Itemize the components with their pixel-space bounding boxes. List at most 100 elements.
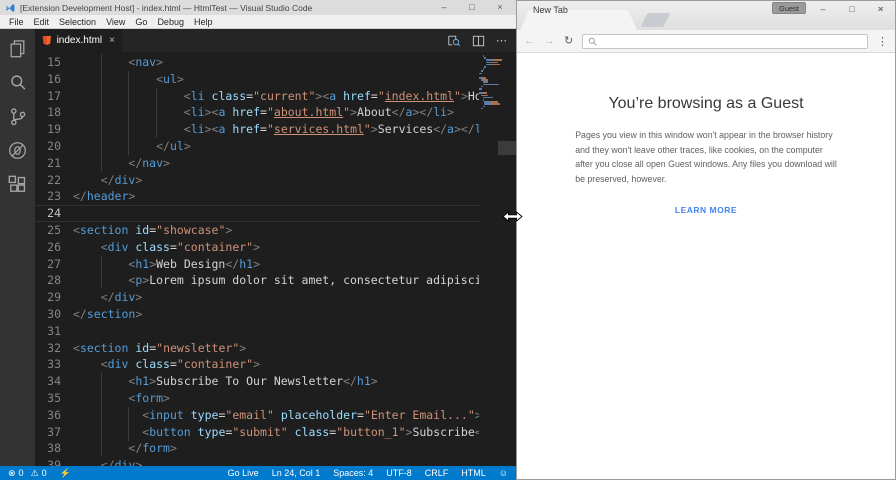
code-line[interactable]: 23 </header> xyxy=(35,188,479,205)
code-line[interactable]: 30 </section> xyxy=(35,306,479,323)
browser-minimize-button[interactable]: – xyxy=(817,4,829,14)
omnibox-search-icon xyxy=(588,37,597,46)
line-number: 31 xyxy=(47,323,61,338)
menu-go[interactable]: Go xyxy=(130,17,152,27)
feedback-smiley-icon[interactable]: ☺ xyxy=(499,468,508,478)
tab-close-icon[interactable]: × xyxy=(109,35,115,46)
code-line[interactable]: 39 </div> xyxy=(35,457,479,466)
indentation-setting[interactable]: Spaces: 4 xyxy=(333,468,373,478)
line-number: 37 xyxy=(47,424,61,439)
more-actions-icon[interactable]: ⋯ xyxy=(496,34,508,47)
menu-help[interactable]: Help xyxy=(189,17,218,27)
code-line[interactable]: 29 </div> xyxy=(35,289,479,306)
vscode-titlebar[interactable]: [Extension Development Host] - index.htm… xyxy=(0,0,516,15)
code-line[interactable]: 28 <p>Lorem ipsum dolor sit amet, consec… xyxy=(35,272,479,290)
warning-count: 0 xyxy=(41,468,47,478)
minimap-line xyxy=(482,96,494,99)
menu-file[interactable]: File xyxy=(4,17,29,27)
html-file-icon xyxy=(42,36,51,45)
code-line[interactable]: 36 <input type="email" placeholder="Ente… xyxy=(35,406,479,424)
minimap[interactable] xyxy=(479,52,503,466)
browser-maximize-button[interactable]: □ xyxy=(846,4,858,14)
line-number: 27 xyxy=(47,256,61,271)
problems-errors[interactable]: ⊗ 0 xyxy=(8,468,24,479)
code-line[interactable]: 20 </ul> xyxy=(35,138,479,155)
code-line[interactable]: 32 <section id="newsletter"> xyxy=(35,340,479,357)
browser-tab-close-icon[interactable]: × xyxy=(877,4,883,15)
line-number: 26 xyxy=(47,239,61,254)
line-number: 30 xyxy=(47,307,61,321)
code-editor[interactable]: 15 <nav> 16 <ul> 17 <li class="current"><a… xyxy=(35,52,516,466)
address-bar[interactable] xyxy=(582,33,868,49)
new-tab-button[interactable] xyxy=(640,13,671,27)
go-live-button[interactable]: Go Live xyxy=(228,468,259,478)
explorer-icon[interactable] xyxy=(7,38,28,59)
bolt-icon[interactable]: ⚡ xyxy=(60,468,71,479)
problems-warnings[interactable]: ⚠ 0 xyxy=(31,468,47,479)
code-line[interactable]: 38 </form> xyxy=(35,440,479,458)
minimap-line xyxy=(486,61,498,64)
guest-heading: You’re browsing as a Guest xyxy=(608,95,804,112)
code-line[interactable]: 25 <section id="showcase"> xyxy=(35,222,479,239)
minimap-line xyxy=(484,66,486,68)
minimap-line xyxy=(480,94,488,97)
code-line[interactable]: 16 <ul> xyxy=(35,70,479,88)
minimap-line xyxy=(482,105,485,108)
menu-selection[interactable]: Selection xyxy=(54,17,101,27)
cursor-position[interactable]: Ln 24, Col 1 xyxy=(272,468,321,478)
browser-window: Guest – □ × New Tab × ← → ↻ ⋮ You’re bro… xyxy=(516,0,896,480)
menu-debug[interactable]: Debug xyxy=(152,17,189,27)
code-line[interactable]: 31 xyxy=(35,323,479,340)
code-line[interactable]: 27 <h1>Web Design</h1> xyxy=(35,255,479,273)
minimap-line xyxy=(479,72,482,75)
code-line[interactable]: 17 <li class="current"><a href="index.ht… xyxy=(35,87,479,105)
search-icon[interactable] xyxy=(7,72,28,93)
minimap-line xyxy=(482,81,489,83)
code-line[interactable]: 26 <div class="container"> xyxy=(35,239,479,256)
guest-profile-badge[interactable]: Guest xyxy=(771,2,806,14)
extensions-icon[interactable] xyxy=(7,174,28,195)
line-number: 33 xyxy=(47,357,61,372)
code-line[interactable]: 15 <nav> xyxy=(35,54,479,71)
encoding-setting[interactable]: UTF-8 xyxy=(386,468,412,478)
browser-menu-icon[interactable]: ⋮ xyxy=(877,35,888,48)
code-line[interactable]: 19 <li><a href="services.html">Services<… xyxy=(35,121,479,139)
code-line[interactable]: 21 </nav> xyxy=(35,154,479,172)
line-number: 20 xyxy=(47,139,61,153)
minimize-button[interactable]: – xyxy=(438,0,450,15)
split-editor-icon[interactable] xyxy=(472,35,485,47)
debug-icon[interactable] xyxy=(7,140,28,161)
code-line[interactable]: 18 <li><a href="about.html">About</a></l… xyxy=(35,104,479,122)
code-line[interactable]: 35 <form> xyxy=(35,390,479,407)
code-line[interactable]: 22 </div> xyxy=(35,172,479,189)
line-number: 16 xyxy=(47,71,61,86)
source-control-icon[interactable] xyxy=(7,106,28,127)
close-button[interactable]: × xyxy=(494,0,506,15)
reload-icon[interactable]: ↻ xyxy=(564,35,573,47)
vscode-window: [Extension Development Host] - index.htm… xyxy=(0,0,516,480)
open-preview-icon[interactable] xyxy=(447,34,461,47)
line-number: 34 xyxy=(47,374,61,389)
code-line[interactable]: 33 <div class="container"> xyxy=(35,356,479,373)
editor-scrollbar[interactable] xyxy=(498,52,516,466)
browser-titlebar[interactable]: Guest – □ × New Tab × xyxy=(517,1,895,30)
code-line[interactable]: 34 <h1>Subscribe To Our Newsletter</h1> xyxy=(35,373,479,391)
forward-icon[interactable]: → xyxy=(544,35,555,47)
scrollbar-thumb[interactable] xyxy=(498,141,516,155)
line-number: 25 xyxy=(47,223,61,237)
menu-edit[interactable]: Edit xyxy=(29,17,55,27)
line-number: 28 xyxy=(47,273,61,288)
line-number: 22 xyxy=(47,172,61,187)
back-icon[interactable]: ← xyxy=(524,35,535,47)
menu-view[interactable]: View xyxy=(101,17,130,27)
code-line[interactable]: 37 <button type="submit" class="button_1… xyxy=(35,423,479,441)
language-mode[interactable]: HTML xyxy=(461,468,486,478)
tab-index-html[interactable]: index.html × xyxy=(35,29,122,52)
window-title: [Extension Development Host] - index.htm… xyxy=(20,2,313,13)
eol-setting[interactable]: CRLF xyxy=(425,468,449,478)
warning-icon: ⚠ xyxy=(30,467,39,478)
learn-more-link[interactable]: LEARN MORE xyxy=(517,205,895,215)
code-line[interactable]: 24 xyxy=(35,205,479,222)
line-number: 23 xyxy=(47,189,61,204)
maximize-button[interactable]: □ xyxy=(466,0,478,15)
